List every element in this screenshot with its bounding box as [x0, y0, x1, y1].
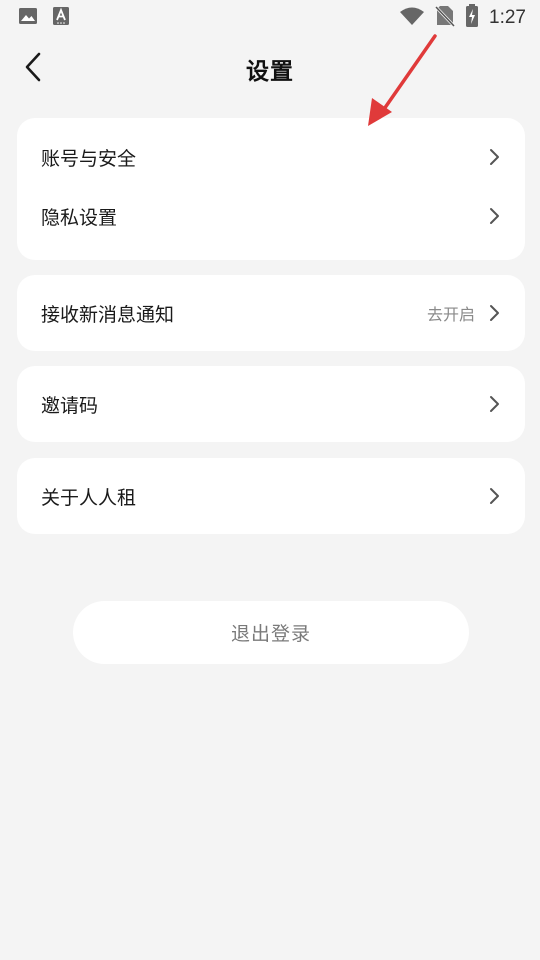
wifi-icon: [399, 6, 425, 30]
settings-item-notifications[interactable]: 接收新消息通知 去开启: [17, 275, 525, 351]
settings-group-notifications: 接收新消息通知 去开启: [17, 275, 525, 351]
chevron-right-icon: [487, 487, 501, 505]
logout-label: 退出登录: [230, 623, 311, 645]
status-bar: 1:27: [0, 0, 540, 36]
image-icon: [18, 6, 38, 30]
settings-group-about: 关于人人租: [17, 458, 525, 534]
nav-bar: 设置: [0, 36, 540, 102]
logout-button[interactable]: 退出登录: [73, 601, 469, 664]
settings-item-invite-code[interactable]: 邀请码: [17, 366, 525, 442]
settings-group-invite: 邀请码: [17, 366, 525, 442]
settings-item-label: 隐私设置: [41, 206, 118, 229]
chevron-right-icon: [487, 207, 501, 225]
settings-item-label: 接收新消息通知: [41, 303, 175, 326]
settings-item-account-security[interactable]: 账号与安全: [17, 118, 525, 192]
no-sim-icon: [434, 5, 456, 31]
status-time: 1:27: [489, 7, 526, 28]
settings-item-label: 关于人人租: [41, 486, 137, 509]
settings-group-account: 账号与安全 隐私设置: [17, 118, 525, 260]
battery-charging-icon: [465, 4, 479, 32]
back-button[interactable]: [14, 50, 52, 88]
chevron-right-icon: [487, 395, 501, 413]
notification-status-text: 去开启: [426, 305, 475, 324]
chevron-left-icon: [24, 52, 42, 86]
settings-item-privacy[interactable]: 隐私设置: [17, 188, 525, 244]
settings-item-label: 账号与安全: [41, 147, 137, 170]
chevron-right-icon: [487, 304, 501, 322]
settings-item-about[interactable]: 关于人人租: [17, 458, 525, 534]
chevron-right-icon: [487, 148, 501, 166]
page-title: 设置: [246, 59, 294, 85]
text-a-icon: [52, 6, 70, 30]
settings-item-label: 邀请码: [41, 394, 99, 417]
